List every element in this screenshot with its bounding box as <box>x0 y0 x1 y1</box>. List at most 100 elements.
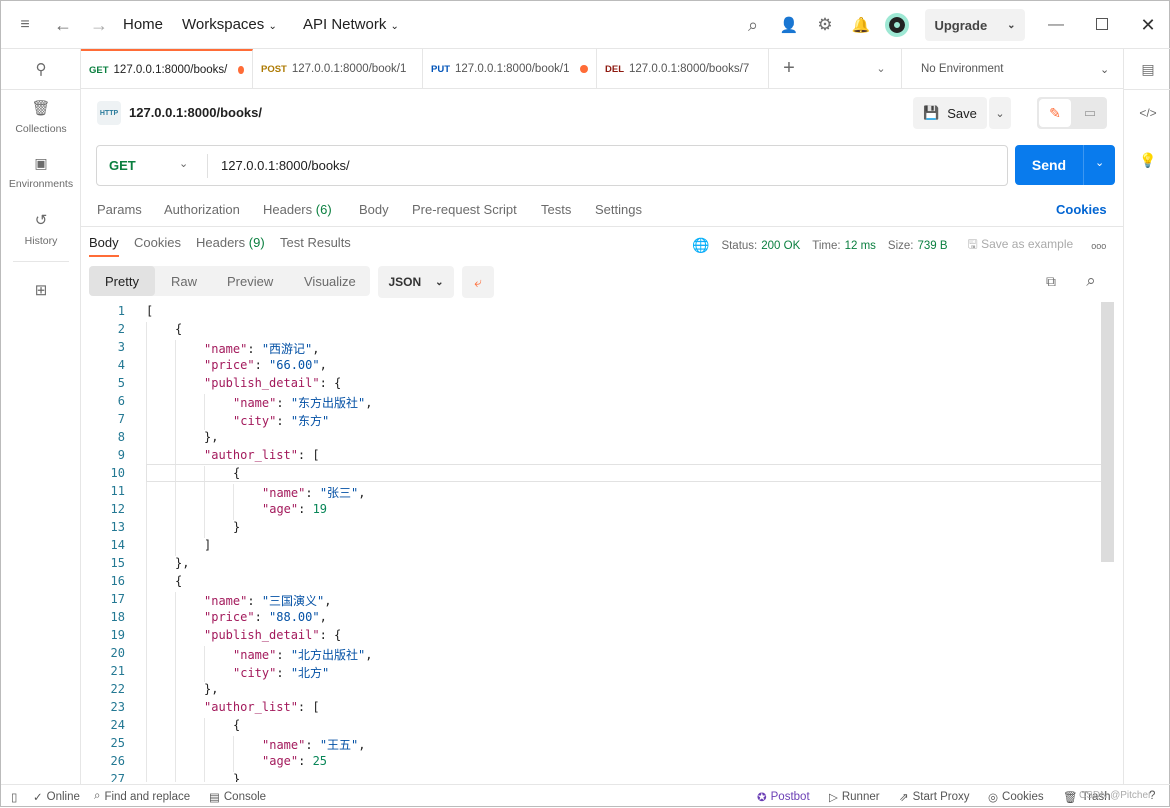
size-value[interactable]: 739 B <box>917 240 947 252</box>
json-punctuation: : <box>305 738 320 752</box>
json-punctuation: }, <box>204 682 219 696</box>
line-number: 18 <box>110 610 125 624</box>
save-button[interactable]: 💾 Save <box>913 97 987 129</box>
avatar[interactable] <box>885 13 909 37</box>
edit-pencil-icon[interactable]: ✎ <box>1039 99 1071 127</box>
json-key: "age" <box>262 502 299 516</box>
tab-body[interactable]: Body <box>359 202 389 217</box>
line-number: 27 <box>110 772 125 782</box>
postbot-button[interactable]: ✪ Postbot <box>757 790 810 804</box>
environment-selector[interactable]: No Environment ⌄ <box>901 49 1123 89</box>
json-punctuation: }, <box>204 430 219 444</box>
visualize-button[interactable]: Visualize <box>304 274 356 289</box>
send-button[interactable]: Send ⌄ <box>1015 145 1115 185</box>
api-network-menu[interactable]: API Network ⌄ <box>303 16 399 33</box>
workspaces-menu[interactable]: Workspaces ⌄ <box>182 16 277 33</box>
response-tab-cookies[interactable]: Cookies <box>134 235 181 250</box>
minimize-icon[interactable]: — <box>1046 14 1066 36</box>
preview-button[interactable]: Preview <box>227 274 273 289</box>
chevron-down-icon[interactable]: ⌄ <box>179 157 188 170</box>
help-icon[interactable]: ? <box>1149 790 1155 802</box>
request-name[interactable]: 127.0.0.1:8000/books/ <box>129 105 262 120</box>
back-arrow-icon[interactable]: ← <box>53 14 73 36</box>
indent-guide <box>146 664 147 682</box>
online-status[interactable]: ✓ Online <box>33 790 80 804</box>
pretty-button[interactable]: Pretty <box>89 266 155 296</box>
search-icon[interactable]: ⌕ <box>1081 271 1101 291</box>
request-tab[interactable]: PUT 127.0.0.1:8000/book/13 <box>423 49 597 89</box>
status-value[interactable]: 200 OK <box>761 240 800 252</box>
search-icon[interactable]: ⌕ <box>742 14 764 36</box>
chevron-down-icon: ⌄ <box>1100 63 1110 76</box>
tab-params[interactable]: Params <box>97 202 142 217</box>
line-number: 25 <box>110 736 125 750</box>
url-input[interactable]: 127.0.0.1:8000/books/ <box>221 158 350 173</box>
send-options-chevron-icon[interactable]: ⌄ <box>1095 156 1104 169</box>
json-punctuation: , <box>324 594 332 608</box>
tab-authorization[interactable]: Authorization <box>164 202 240 217</box>
more-options-icon[interactable]: ooo <box>1091 241 1106 251</box>
upgrade-button[interactable]: Upgrade ⌄ <box>925 9 1025 41</box>
lightbulb-icon[interactable]: 💡 <box>1138 150 1158 170</box>
tabs-dropdown-chevron-icon[interactable]: ⌄ <box>871 58 891 78</box>
tab-settings[interactable]: Settings <box>595 202 642 217</box>
code-line: "name": "北方出版社", <box>233 646 373 663</box>
indent-guide <box>146 358 147 376</box>
json-key: "publish_detail" <box>204 376 320 390</box>
request-tab[interactable]: GET 127.0.0.1:8000/books/ <box>81 49 253 89</box>
time-value[interactable]: 12 ms <box>845 240 876 252</box>
json-string: "东方出版社" <box>290 396 366 410</box>
method-select[interactable]: GET <box>109 158 136 173</box>
close-icon[interactable]: ✕ <box>1138 14 1158 36</box>
line-number: 19 <box>110 628 125 642</box>
start-proxy-button[interactable]: ⇗ Start Proxy <box>899 790 970 804</box>
format-select[interactable]: JSON ⌄ <box>378 266 454 298</box>
active-tab-indicator <box>89 255 119 257</box>
comment-icon[interactable]: ▭ <box>1075 99 1105 127</box>
tab-headers[interactable]: Headers (6) <box>263 202 332 217</box>
line-number: 22 <box>110 682 125 696</box>
find-replace-button[interactable]: ⌕ Find and replace <box>94 790 190 803</box>
copy-icon[interactable]: ⧉ <box>1041 271 1061 291</box>
maximize-icon[interactable] <box>1096 18 1108 30</box>
save-options-chevron-icon[interactable]: ⌄ <box>989 97 1011 129</box>
response-tab-test-results[interactable]: Test Results <box>280 235 351 250</box>
tab-pre-request-script[interactable]: Pre-request Script <box>412 202 517 217</box>
json-string: "66.00" <box>269 358 320 372</box>
runner-button[interactable]: ▷ Runner <box>829 790 880 804</box>
console-button[interactable]: ▤ Console <box>209 790 266 804</box>
home-link[interactable]: Home <box>123 16 163 33</box>
response-tab-headers[interactable]: Headers (9) <box>196 235 265 250</box>
cookies-link[interactable]: Cookies <box>1056 202 1107 217</box>
sidebar-item-collections[interactable]: 🗑 Collections <box>1 99 81 135</box>
gear-icon[interactable]: ⚙ <box>814 14 836 36</box>
globe-icon[interactable]: 🌐 <box>692 237 709 254</box>
wrap-lines-icon[interactable]: ⤶ <box>462 266 494 298</box>
request-tab[interactable]: DEL 127.0.0.1:8000/books/7 <box>597 49 769 89</box>
invite-user-icon[interactable]: 👤 <box>778 14 800 36</box>
bell-icon[interactable]: 🔔 <box>850 14 872 36</box>
json-punctuation: : [ <box>297 448 320 462</box>
sidebar-item-environments[interactable]: ▣ Environments <box>1 155 81 190</box>
json-punctuation: : { <box>319 628 342 642</box>
scrollbar-thumb[interactable] <box>1101 302 1114 562</box>
raw-button[interactable]: Raw <box>171 274 197 289</box>
toggle-sidebar-icon[interactable]: ▯ <box>11 790 17 804</box>
code-icon[interactable]: </> <box>1138 103 1158 123</box>
json-punctuation: , <box>358 738 366 752</box>
menu-icon[interactable]: ≡ <box>15 15 35 35</box>
tab-tests[interactable]: Tests <box>541 202 571 217</box>
sidebar-item-history[interactable]: ↺ History <box>1 211 81 247</box>
new-tab-plus-icon[interactable]: + <box>779 57 799 79</box>
user-icon[interactable]: ⚲ <box>1 59 81 79</box>
request-tab[interactable]: POST 127.0.0.1:8000/book/1 <box>253 49 423 89</box>
code-line: "city": "北方" <box>233 664 329 681</box>
environment-quick-look-icon[interactable]: ▤ <box>1138 59 1158 79</box>
json-punctuation: : <box>247 342 262 356</box>
cookies-button[interactable]: ◎ Cookies <box>988 790 1044 804</box>
save-example-button[interactable]: 🖫 Save as example <box>968 235 1074 256</box>
response-tab-body[interactable]: Body <box>89 235 119 250</box>
response-body-editor[interactable]: 1 [2 {3 "name": "西游记", 4 "price": "66.00", 5 "p… <box>89 302 1099 782</box>
forward-arrow-icon[interactable]: → <box>89 14 109 36</box>
configure-sidebar-icon[interactable]: ⊞ <box>1 281 81 299</box>
